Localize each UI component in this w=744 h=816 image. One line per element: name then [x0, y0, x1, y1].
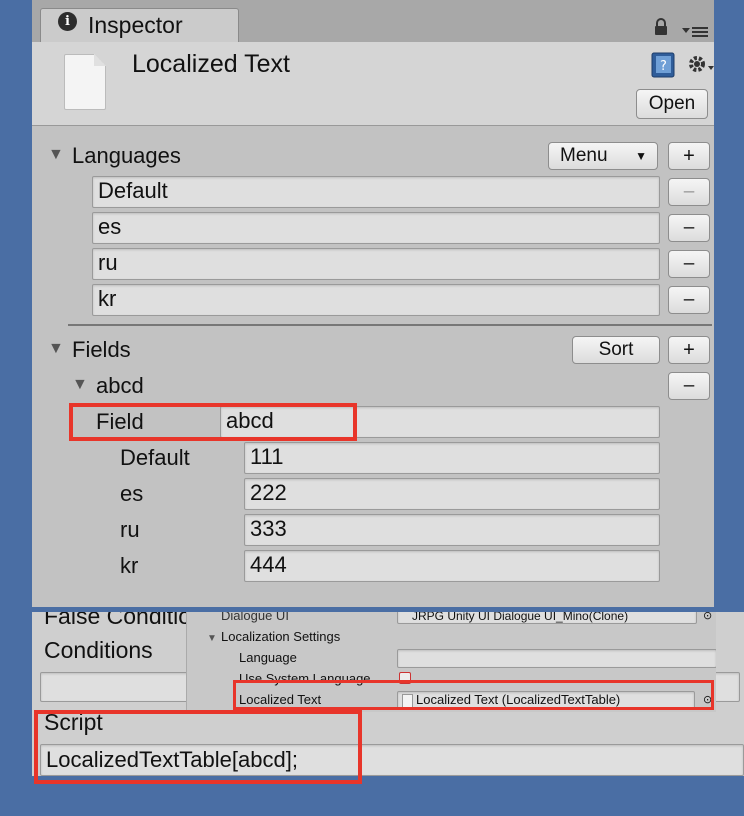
- languages-header: Languages: [72, 143, 181, 168]
- fields-header: Fields: [72, 337, 131, 362]
- fields-foldout-icon[interactable]: ▼: [48, 340, 64, 358]
- help-book-icon[interactable]: ?: [650, 51, 676, 79]
- open-button[interactable]: Open: [636, 89, 708, 119]
- remove-language-es-button[interactable]: –: [668, 214, 710, 242]
- dialogue-ui-picker-icon[interactable]: ⊙: [703, 612, 712, 625]
- info-icon: i: [58, 12, 77, 31]
- section-divider: [68, 324, 712, 326]
- localization-settings-foldout-icon[interactable]: ▼: [207, 630, 217, 648]
- remove-field-label: –: [683, 375, 695, 396]
- translation-input-kr[interactable]: 444: [244, 550, 660, 582]
- language-field-default[interactable]: Default: [92, 176, 660, 208]
- file-icon: [64, 54, 106, 110]
- field-highlight-box: [69, 403, 357, 441]
- translation-input-ru[interactable]: 333: [244, 514, 660, 546]
- language-field-kr[interactable]: kr: [92, 284, 660, 316]
- add-field-button[interactable]: +: [668, 336, 710, 364]
- language-input[interactable]: [397, 649, 716, 668]
- language-field-ru[interactable]: ru: [92, 248, 660, 280]
- asset-title: Localized Text: [132, 50, 290, 78]
- remove-language-default-button: –: [668, 178, 710, 206]
- localized-text-highlight-box: [233, 680, 714, 710]
- remove-language-kr-label: –: [683, 289, 695, 310]
- languages-foldout-icon[interactable]: ▼: [48, 146, 64, 164]
- add-field-label: +: [683, 339, 695, 361]
- lock-icon[interactable]: [652, 18, 670, 36]
- false-condition-label: False Conditio: [44, 612, 192, 629]
- field-entry-name: abcd: [96, 373, 144, 398]
- translation-label-es: es: [120, 481, 144, 506]
- chevron-down-icon: ▼: [635, 149, 647, 163]
- menu-dropdown-label: Menu: [560, 145, 608, 166]
- dialogue-ui-value: JRPG Unity UI Dialogue UI_Mino(Clone): [412, 612, 629, 623]
- language-field-es[interactable]: es: [92, 212, 660, 244]
- translation-input-default[interactable]: 111: [244, 442, 660, 474]
- svg-text:?: ?: [660, 59, 667, 74]
- menu-dropdown[interactable]: Menu ▼: [548, 142, 658, 170]
- add-language-button[interactable]: +: [668, 142, 710, 170]
- inspector-panel: Inspector i Localized Text ? Open ▼ Lang…: [32, 0, 714, 607]
- translation-input-es[interactable]: 222: [244, 478, 660, 510]
- remove-language-ru-label: –: [683, 253, 695, 274]
- conditions-label: Conditions: [44, 637, 153, 663]
- sort-button[interactable]: Sort: [572, 336, 660, 364]
- sort-button-label: Sort: [598, 339, 634, 360]
- translation-label-default: Default: [120, 445, 190, 470]
- remove-field-button[interactable]: –: [668, 372, 710, 400]
- translation-label-ru: ru: [120, 517, 140, 542]
- remove-language-es-label: –: [683, 217, 695, 238]
- remove-language-default-label: –: [683, 181, 695, 202]
- panel-menu-icon[interactable]: [680, 24, 710, 40]
- localization-settings-header: Localization Settings: [221, 629, 341, 644]
- dialogue-ui-label: Dialogue UI: [221, 612, 289, 623]
- open-button-label: Open: [648, 93, 696, 114]
- remove-language-kr-button[interactable]: –: [668, 286, 710, 314]
- remove-language-ru-button[interactable]: –: [668, 250, 710, 278]
- gear-icon[interactable]: [686, 52, 716, 78]
- translation-label-kr: kr: [120, 553, 139, 578]
- dialogue-ui-field[interactable]: JRPG Unity UI Dialogue UI_Mino(Clone): [397, 612, 697, 624]
- field-entry-foldout-icon[interactable]: ▼: [72, 376, 88, 394]
- script-highlight-box: [34, 710, 362, 784]
- tab-label: Inspector: [88, 12, 183, 38]
- language-label: Language: [239, 650, 297, 665]
- add-language-label: +: [683, 145, 695, 167]
